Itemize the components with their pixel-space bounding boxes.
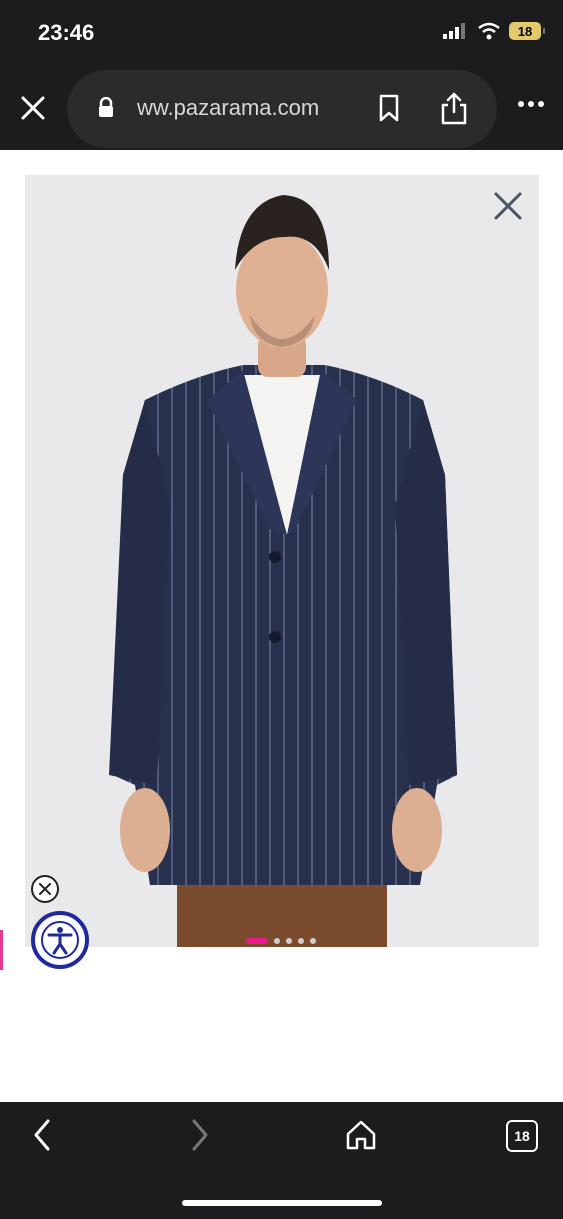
gallery-pagination[interactable] — [246, 938, 316, 944]
battery-indicator: 18 — [509, 22, 545, 40]
status-time: 23:46 — [38, 20, 95, 45]
more-icon[interactable] — [517, 100, 545, 108]
close-icon[interactable] — [18, 93, 48, 123]
browser-top-bar: 23:46 18 ww.pazarama.com — [0, 0, 563, 150]
pagination-dot-3[interactable] — [286, 938, 292, 944]
url-bar[interactable]: ww.pazarama.com — [67, 70, 497, 148]
home-indicator — [182, 1200, 382, 1206]
accessibility-button[interactable] — [31, 911, 89, 969]
browser-bottom-bar: 18 — [0, 1102, 563, 1219]
pagination-dot-1[interactable] — [246, 938, 268, 944]
accessibility-icon — [41, 921, 79, 959]
pagination-dot-5[interactable] — [310, 938, 316, 944]
pagination-dot-2[interactable] — [274, 938, 280, 944]
forward-icon[interactable] — [188, 1117, 212, 1153]
pagination-dot-4[interactable] — [298, 938, 304, 944]
back-icon[interactable] — [30, 1117, 54, 1153]
close-gallery-icon[interactable] — [493, 191, 523, 221]
product-image[interactable] — [25, 175, 539, 947]
url-text[interactable]: ww.pazarama.com — [137, 95, 319, 121]
side-drawer-tab[interactable] — [0, 930, 3, 970]
lock-icon — [99, 97, 113, 117]
bookmark-icon[interactable] — [377, 94, 401, 122]
wifi-icon — [478, 22, 500, 40]
tabs-button[interactable]: 18 — [506, 1120, 538, 1152]
share-icon[interactable] — [439, 90, 469, 126]
status-icons: 18 — [443, 22, 545, 40]
model-coat-illustration — [109, 195, 457, 947]
accessibility-close-button[interactable] — [31, 875, 59, 903]
signal-icon — [443, 23, 465, 39]
close-icon — [39, 883, 51, 895]
home-icon[interactable] — [344, 1118, 378, 1152]
